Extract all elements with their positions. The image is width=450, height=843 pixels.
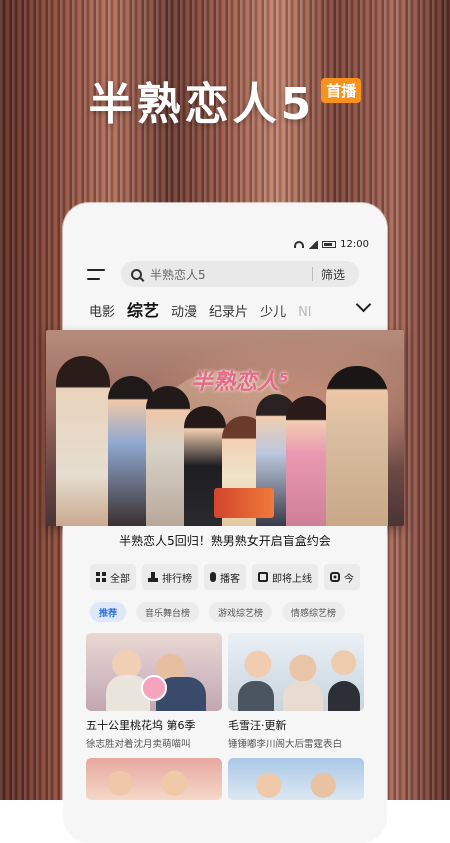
ranking-tag-row: 推荐 音乐舞台榜 游戏综艺榜 情感综艺榜 — [90, 602, 370, 624]
calendar-icon — [258, 572, 268, 582]
category-tabs: 电影 综艺 动漫 纪录片 少儿 NI — [89, 297, 379, 319]
category-label: 即将上线 — [272, 573, 312, 585]
video-card[interactable]: 五十公里桃花坞 第6季 徐志胜对着沈月卖萌喵叫 — [86, 633, 222, 750]
card-title: 五十公里桃花坞 第6季 — [86, 719, 196, 732]
cast-member — [326, 366, 388, 526]
video-thumbnail — [228, 633, 364, 711]
signal-icon — [308, 240, 319, 249]
banner-caption[interactable]: 半熟恋人5回归！熟男熟女开启盲盒约会 — [63, 526, 387, 556]
top-row: 半熟恋人5 筛选 — [63, 261, 387, 289]
tv-icon — [330, 572, 340, 582]
gift-box-prop — [214, 488, 274, 518]
category-label: 全部 — [110, 573, 130, 585]
battery-icon — [322, 241, 337, 248]
cast-member — [286, 396, 330, 526]
category-podcast-button[interactable]: 播客 — [204, 564, 246, 590]
reaction-sticker — [141, 675, 167, 701]
category-ranking-button[interactable]: 排行榜 — [142, 564, 198, 590]
tag-game-variety[interactable]: 游戏综艺榜 — [209, 602, 273, 622]
tab-documentary[interactable]: 纪录片 — [209, 301, 248, 319]
category-label: 排行榜 — [162, 573, 192, 585]
hero-banner[interactable]: 半熟恋人⁵ — [46, 330, 404, 526]
category-label: 今 — [344, 573, 354, 585]
tag-music-stage[interactable]: 音乐舞台榜 — [136, 602, 200, 622]
video-card[interactable]: 毛雪汪·更新 锤锤嘟李川阁大后雷霆表白 — [228, 633, 364, 750]
wifi-icon — [294, 241, 305, 248]
category-today-button[interactable]: 今 — [324, 564, 360, 590]
video-thumbnail[interactable] — [86, 758, 222, 800]
search-divider — [311, 267, 313, 281]
mic-icon — [210, 572, 216, 582]
video-thumbnail[interactable] — [228, 758, 364, 800]
tag-romance-variety[interactable]: 情感综艺榜 — [282, 602, 346, 622]
promo-title: 半熟恋人5 — [88, 79, 316, 130]
search-input[interactable]: 半熟恋人5 — [150, 266, 312, 283]
tag-recommended[interactable]: 推荐 — [90, 602, 127, 622]
tab-movie[interactable]: 电影 — [89, 301, 115, 319]
quick-category-row: 全部 排行榜 播客 即将上线 今 — [90, 564, 370, 590]
cast-member — [56, 356, 110, 526]
status-bar: 12:00 — [294, 239, 369, 250]
card-title: 毛雪汪·更新 — [228, 719, 287, 732]
filter-button[interactable]: 筛选 — [321, 266, 345, 283]
video-thumbnail — [86, 633, 222, 711]
status-time: 12:00 — [340, 239, 369, 250]
category-upcoming-button[interactable]: 即将上线 — [252, 564, 318, 590]
grid-icon — [96, 572, 106, 582]
ranking-icon — [148, 572, 158, 582]
tab-variety[interactable]: 综艺 — [127, 297, 159, 319]
menu-icon[interactable] — [87, 269, 105, 281]
banner-logo: 半熟恋人⁵ — [191, 370, 289, 395]
tab-more[interactable]: NI — [298, 305, 312, 319]
card-subtitle: 锤锤嘟李川阁大后雷霆表白 — [228, 739, 343, 750]
promo-headline: 半熟恋人5 首播 — [0, 68, 450, 132]
category-all-button[interactable]: 全部 — [90, 564, 136, 590]
search-bar[interactable]: 半熟恋人5 筛选 — [121, 261, 359, 287]
tab-anime[interactable]: 动漫 — [171, 301, 197, 319]
tab-kids[interactable]: 少儿 — [260, 301, 286, 319]
premiere-badge: 首播 — [321, 78, 362, 103]
card-subtitle: 徐志胜对着沈月卖萌喵叫 — [86, 739, 191, 750]
category-label: 播客 — [220, 573, 240, 585]
search-icon — [131, 268, 142, 280]
